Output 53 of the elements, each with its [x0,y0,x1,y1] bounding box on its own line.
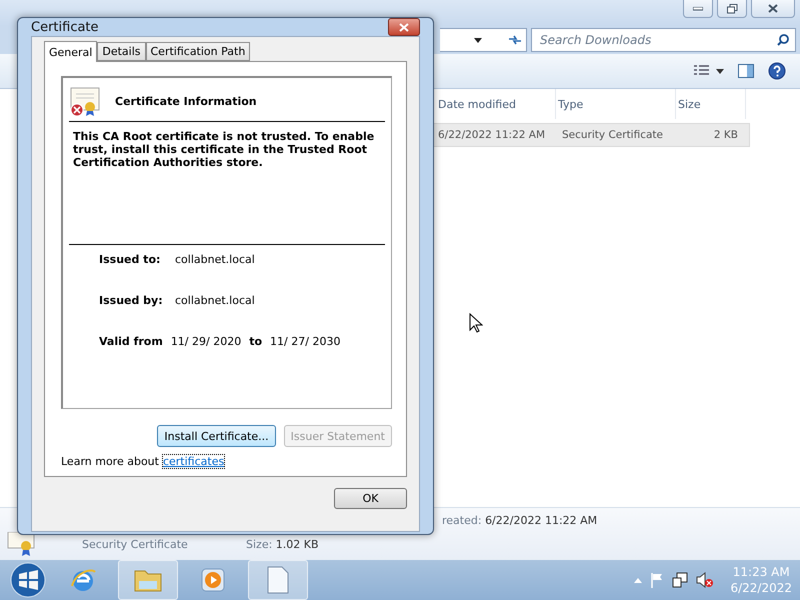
close-icon [399,22,409,32]
close-icon [768,4,778,13]
search-icon [777,34,789,46]
column-header[interactable]: Size [676,89,746,119]
column-header[interactable]: Type [556,89,676,119]
address-bar[interactable] [440,28,527,52]
created-text: reated: 6/22/2022 11:22 AM [441,514,598,526]
size-cell-text: 2 KB [712,129,739,141]
restore-button[interactable] [717,0,747,18]
restore-icon [726,4,738,14]
start-button[interactable] [8,562,48,598]
field-value: collabnet.local [175,294,256,307]
field-value: 11/ 27/ 2030 [270,335,340,348]
file-size-text: Size: 1.02 KB [246,538,320,550]
search-input[interactable]: Search Downloads [538,32,773,48]
window-title: Certificate [31,20,99,34]
dropdown-icon [474,38,482,42]
view-options-icon[interactable] [694,65,724,77]
network-icon[interactable] [672,572,688,588]
type-cell-text: Security Certificate [561,129,664,141]
search-field[interactable]: Search Downloads [531,28,796,52]
file-row[interactable]: 6/22/2022 11:22 AM Security Certificate 2 KB [433,123,750,147]
mouse-cursor-icon [469,313,483,333]
date-cell-text: 6/22/2022 11:22 AM [437,129,546,141]
muted-speaker-icon[interactable] [696,572,714,588]
section-heading: Certificate Information [115,94,257,108]
ok-button[interactable]: OK [334,488,407,508]
field-value: 11/ 29/ 2020 [170,335,242,348]
trust-message: This CA Root certificate is not trusted. To enable trust, install this certificate in the Trusted Root Certification Authorities store. [73,130,376,171]
column-header[interactable]: Date modified [436,89,556,119]
help-icon[interactable] [768,62,786,80]
document-taskbar-button[interactable] [248,560,308,600]
preview-pane-icon[interactable] [738,64,754,78]
play-icon [200,567,226,593]
field-label: Valid from [99,335,163,348]
folder-taskbar-button[interactable] [118,560,178,600]
close-button[interactable] [751,0,795,18]
field-label: to [249,335,262,348]
certificates-link[interactable]: certificates [162,455,224,468]
refresh-icon[interactable] [508,34,522,46]
close-button[interactable] [388,18,420,36]
field-value: collabnet.local [175,253,256,266]
tab[interactable]: Certification Path [146,42,250,61]
field-label: Issued by: [99,294,164,307]
learn-more-text: Learn more about [61,455,159,468]
tab[interactable]: Details [97,42,146,61]
tab[interactable]: General [44,41,98,62]
file-type-text: Security Certificate [82,538,189,550]
document-icon [267,566,289,594]
dialog-button[interactable]: Install Certificate... [157,425,276,447]
minimize-icon [693,6,703,10]
minimize-button[interactable] [683,0,713,18]
field-label: Issued to: [99,253,162,266]
